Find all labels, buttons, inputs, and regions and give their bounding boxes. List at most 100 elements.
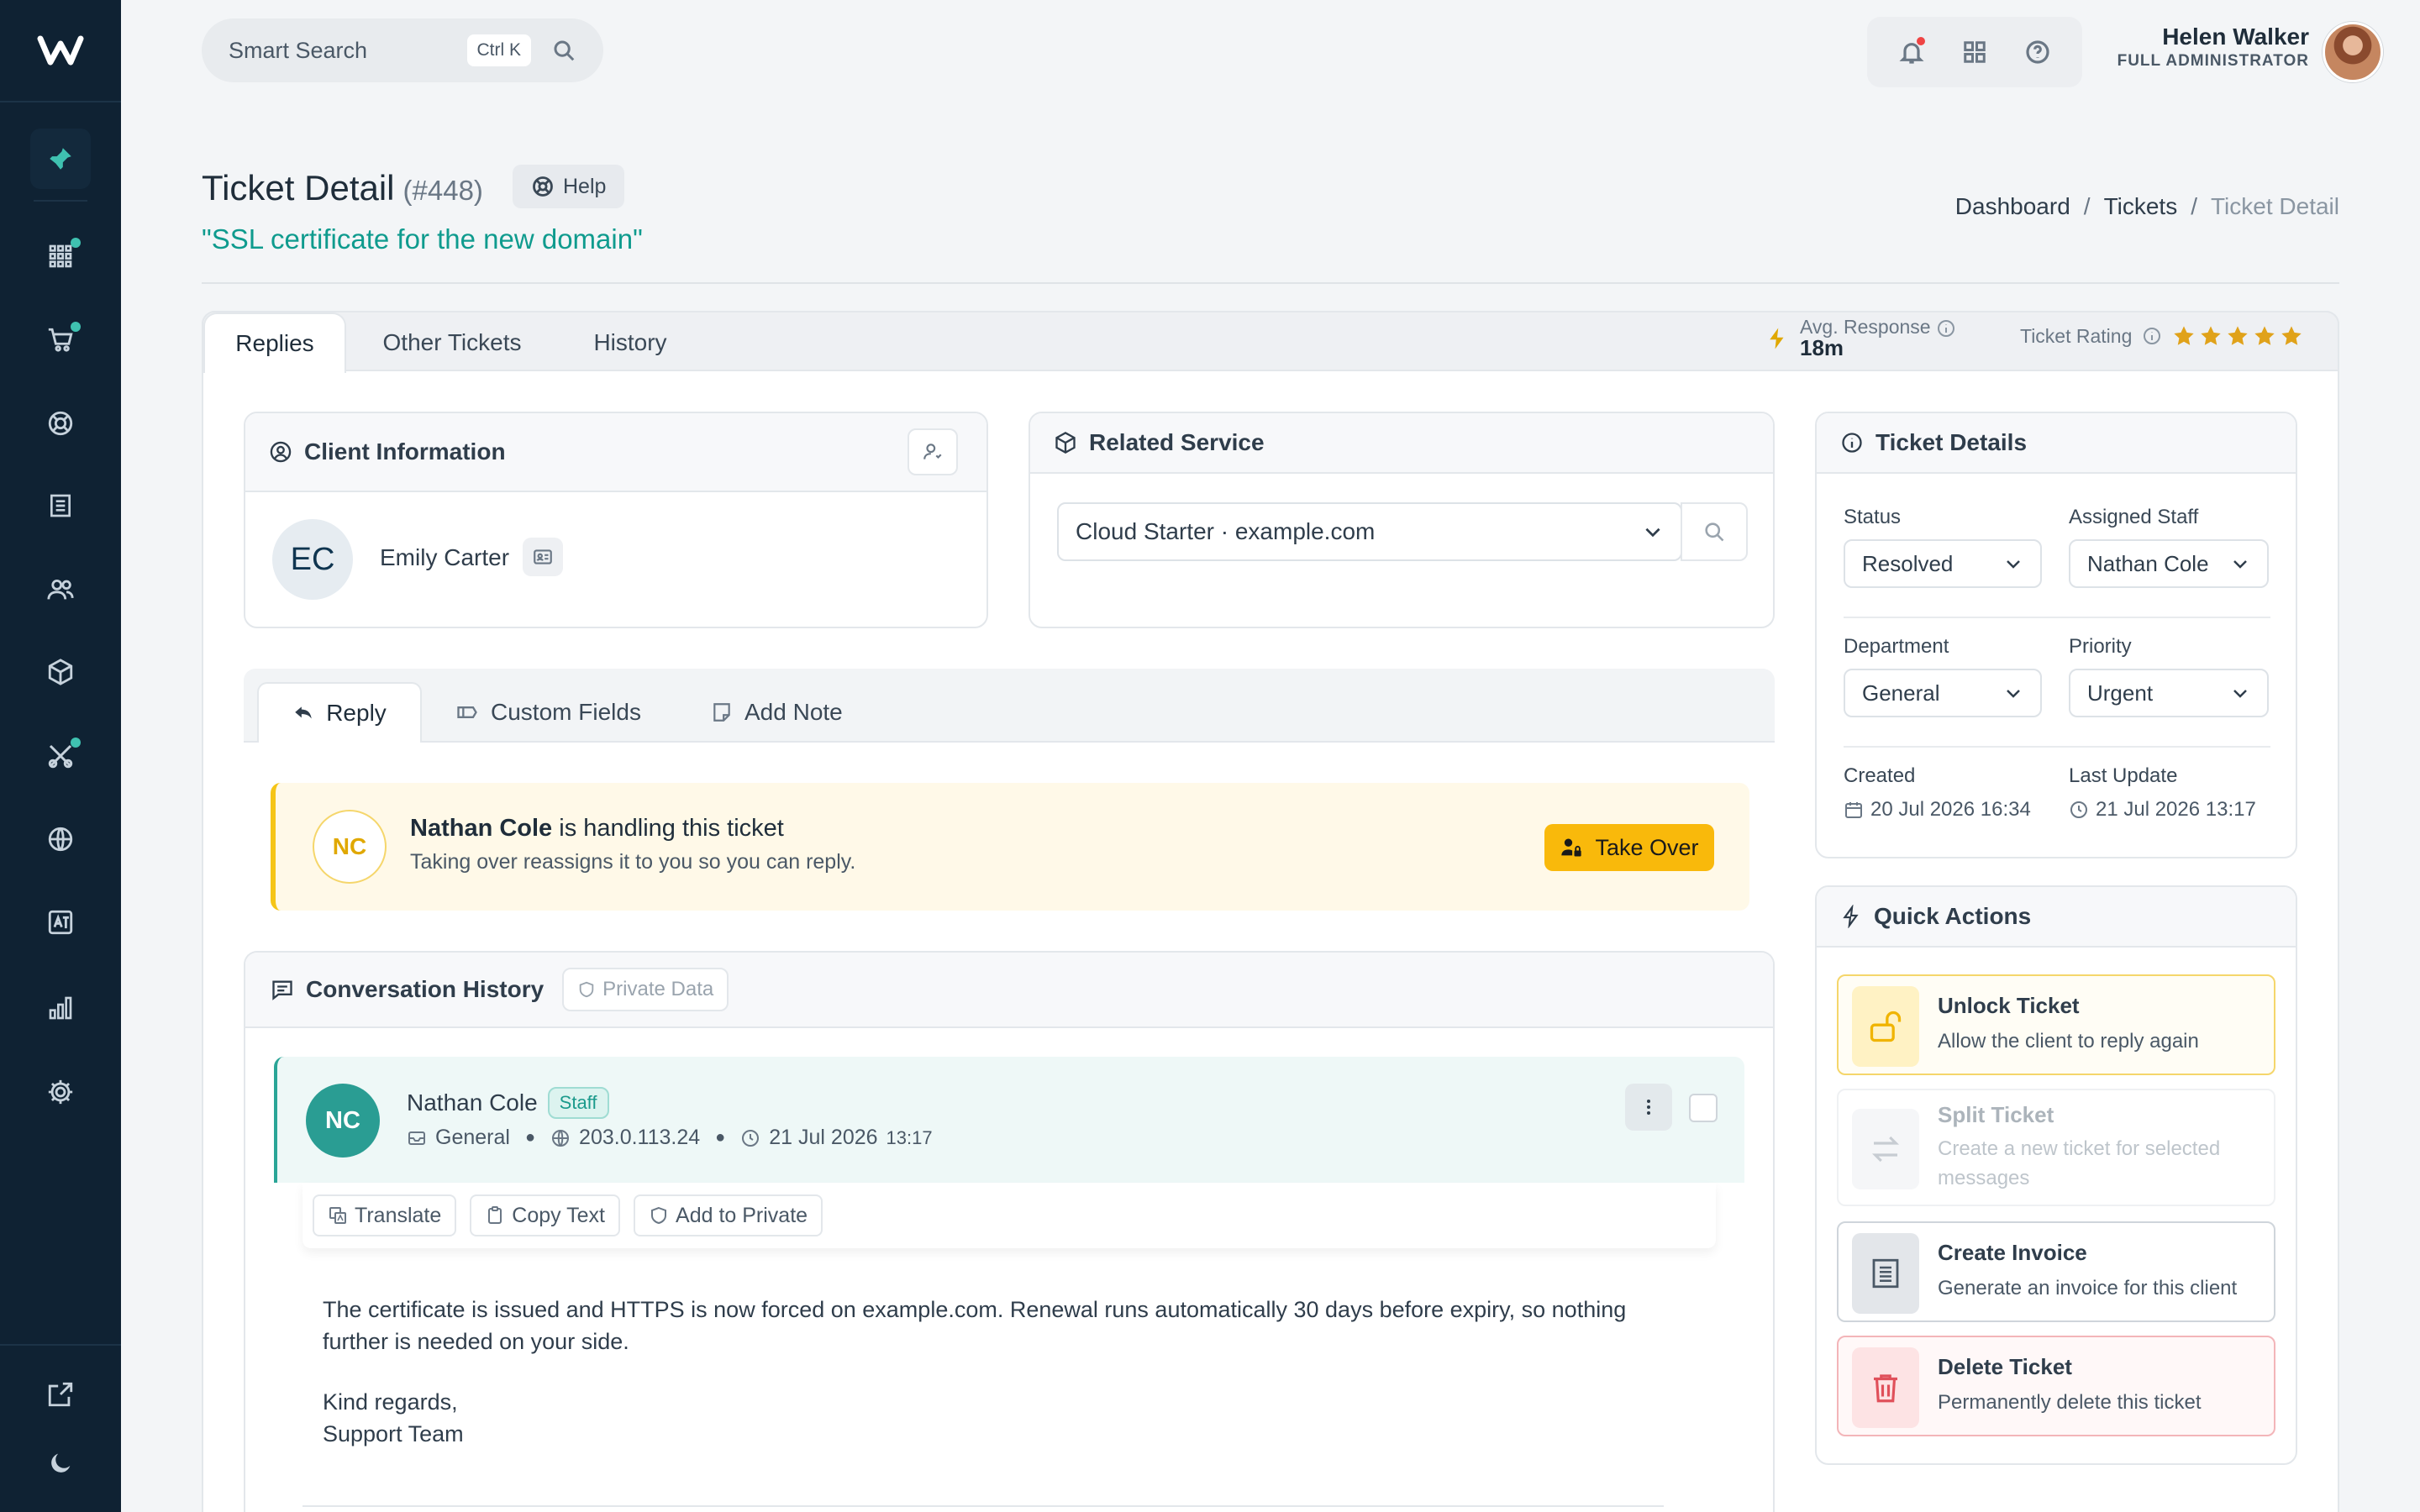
private-data-button[interactable]: Private Data [562,968,729,1011]
handling-notice: NC Nathan Cole is handling this ticket T… [271,783,1749,911]
message-menu-button[interactable] [1625,1084,1672,1131]
help-button[interactable] [2021,35,2054,69]
service-search-button[interactable] [1681,502,1748,561]
tag-icon [457,706,477,718]
client-name[interactable]: Emily Carter [380,544,509,571]
star-icon [2201,326,2222,345]
header-divider [202,282,2339,284]
notice-subtext: Taking over reassigns it to you so you c… [410,850,856,874]
message-meta: General ● 203.0.113.24 ● 21 Jul 2026 13:… [407,1126,933,1150]
question-icon [2026,40,2049,64]
search-input[interactable]: Smart Search [229,38,467,64]
sidebar-item-orders[interactable] [30,310,91,370]
status-select[interactable]: Resolved [1844,539,2042,588]
create-invoice-action[interactable]: Create Invoice Generate an invoice for t… [1837,1221,2275,1322]
copy-text-button[interactable]: Copy Text [470,1194,621,1236]
assigned-staff-value: Nathan Cole [2087,550,2209,576]
split-ticket-action[interactable]: Split Ticket Create a new ticket for sel… [1837,1089,2275,1206]
tab-other-tickets[interactable]: Other Tickets [370,312,534,373]
message-actions: Translate Copy Text Add to Private [302,1183,1716,1248]
sidebar-item-clients[interactable] [30,559,91,620]
user-lock-icon [1561,838,1582,857]
sidebar-item-translations[interactable] [30,892,91,953]
client-card-button[interactable] [523,538,563,576]
apps-button[interactable] [1958,35,1991,69]
page-title-text: Ticket Detail [202,168,395,207]
sidebar-item-support[interactable] [30,393,91,454]
delete-ticket-title: Delete Ticket [1938,1354,2072,1379]
dark-mode-toggle[interactable] [30,1433,91,1494]
avg-response-stat: Avg. Response 18m [1765,316,1956,361]
info-icon [1842,433,1862,453]
unlock-ticket-desc: Allow the client to reply again [1938,1030,2199,1053]
sidebar-item-domains[interactable] [30,809,91,869]
sidebar-item-products[interactable] [30,642,91,702]
help-button[interactable]: Help [513,165,625,208]
unlock-ticket-action[interactable]: Unlock Ticket Allow the client to reply … [1837,974,2275,1075]
tab-add-note[interactable]: Add Note [687,682,866,743]
sidebar-divider [34,200,87,202]
box-icon [48,659,73,685]
message-author-name: Nathan Cole [407,1089,538,1116]
invoice-icon [1852,1233,1919,1314]
translate-label: Translate [355,1203,442,1227]
tab-custom-fields[interactable]: Custom Fields [432,682,665,743]
unlock-ticket-title: Unlock Ticket [1938,993,2080,1018]
sidebar-item-invoices[interactable] [30,475,91,536]
last-update-label: Last Update [2069,764,2178,787]
top-icon-group [1867,17,2082,87]
client-profile-button[interactable] [908,428,958,475]
breadcrumb-dashboard[interactable]: Dashboard [1955,193,2070,220]
info-icon[interactable] [1936,318,1956,339]
calendar-icon [1845,802,1862,818]
note-icon [713,703,730,722]
smart-search[interactable]: Smart Search Ctrl K [202,18,603,82]
department-select[interactable]: General [1844,669,2042,717]
translate-button[interactable]: Translate [313,1194,457,1236]
tab-replies[interactable]: Replies [203,312,346,373]
user-menu[interactable]: Helen Walker FULL ADMINISTRATOR [2101,24,2309,71]
notifications-button[interactable] [1895,35,1928,69]
ticket-details-title: Ticket Details [1876,429,2028,455]
breadcrumb-tickets[interactable]: Tickets [2104,193,2178,220]
globe-icon [48,827,73,852]
box-icon [1055,431,1076,454]
external-link-button[interactable] [30,1364,91,1425]
avatar[interactable] [2323,22,2383,82]
delete-ticket-action[interactable]: Delete Ticket Permanently delete this ti… [1837,1336,2275,1436]
add-to-private-button[interactable]: Add to Private [634,1194,823,1236]
star-icon [2174,326,2195,345]
service-select-value: Cloud Starter · example.com [1076,518,1376,544]
info-icon[interactable] [2142,326,2162,346]
reply-icon [295,706,312,719]
department-value: General [1862,680,1940,706]
last-update-value: 21 Jul 2026 13:17 [2069,798,2256,822]
sidebar-item-pinned[interactable] [30,129,91,189]
logo[interactable] [0,0,121,102]
ticket-rating-stat: Ticket Rating [2020,324,2303,348]
assigned-staff-select[interactable]: Nathan Cole [2069,539,2269,588]
notification-dot [71,322,81,332]
sidebar-item-tools[interactable] [30,726,91,786]
created-text: 20 Jul 2026 16:34 [1870,798,2031,821]
sidebar-divider [0,1344,121,1346]
apps-icon [1964,41,1986,63]
clock-icon [2070,801,2087,818]
tab-history[interactable]: History [571,312,689,373]
tab-reply-label: Reply [326,700,387,726]
search-icon[interactable] [551,38,576,63]
tab-reply[interactable]: Reply [257,682,422,743]
sidebar-item-reports[interactable] [30,978,91,1038]
priority-select[interactable]: Urgent [2069,669,2269,717]
sidebar-item-apps[interactable] [30,226,91,286]
ticket-details-card: Ticket Details Status Resolved Assigned … [1815,412,2297,858]
id-card-icon [534,549,552,564]
created-label: Created [1844,764,1916,787]
sidebar-item-settings[interactable] [30,1062,91,1122]
translate-icon [48,910,73,935]
related-service-title: Related Service [1089,429,1265,455]
message-signoff: Kind regards, [323,1389,458,1415]
service-select[interactable]: Cloud Starter · example.com [1057,502,1682,561]
message-select-checkbox[interactable] [1689,1094,1718,1122]
take-over-button[interactable]: Take Over [1544,824,1714,871]
